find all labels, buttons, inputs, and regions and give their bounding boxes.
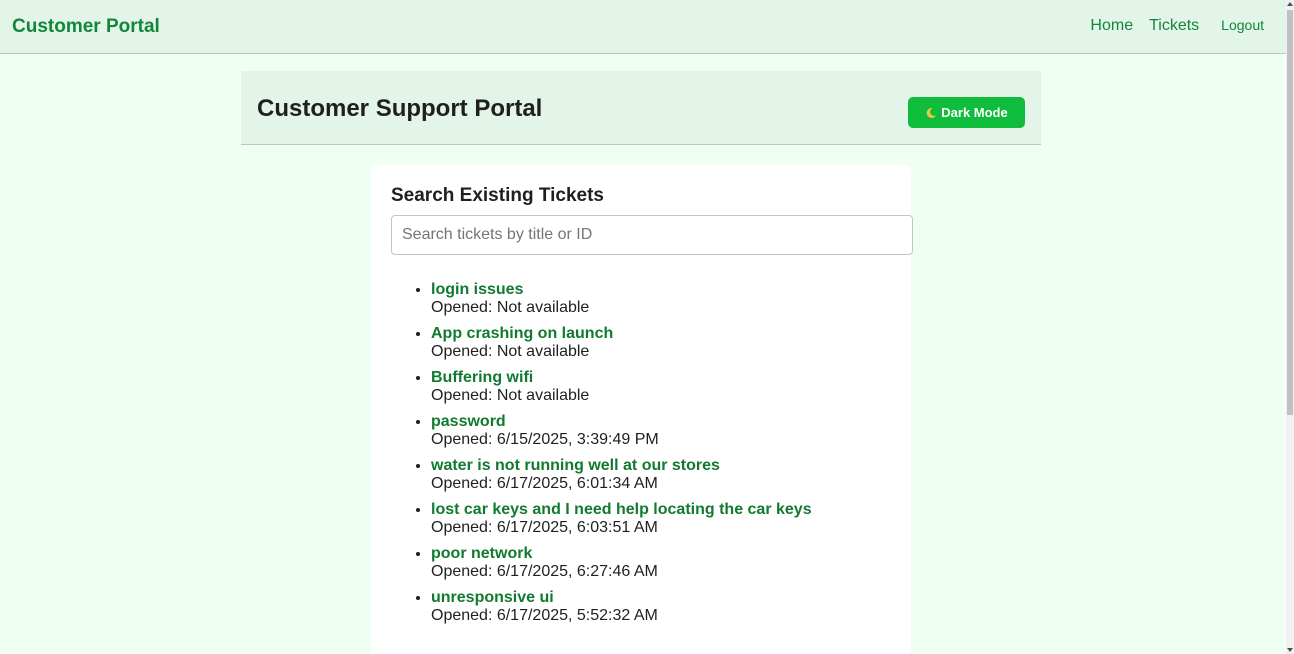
scroll-down-arrow-icon[interactable]: [1287, 648, 1293, 652]
ticket-opened-date: Opened: 6/17/2025, 6:03:51 AM: [431, 519, 658, 536]
nav-link-tickets[interactable]: Tickets: [1149, 17, 1199, 35]
ticket-item: water is not running well at our storesO…: [431, 456, 812, 500]
top-navbar: Customer Portal Home Tickets Logout: [0, 0, 1286, 54]
ticket-list: login issuesOpened: Not availableApp cra…: [391, 280, 812, 632]
ticket-item: App crashing on launchOpened: Not availa…: [431, 324, 812, 368]
ticket-opened-date: Opened: 6/17/2025, 5:52:32 AM: [431, 607, 658, 624]
ticket-title-link[interactable]: water is not running well at our stores: [431, 457, 812, 475]
brand-title[interactable]: Customer Portal: [12, 16, 160, 38]
moon-icon: [926, 107, 937, 118]
ticket-title-link[interactable]: password: [431, 413, 812, 431]
ticket-title-link[interactable]: poor network: [431, 545, 812, 563]
ticket-title-link[interactable]: login issues: [431, 281, 812, 299]
dark-mode-button[interactable]: Dark Mode: [908, 97, 1025, 128]
ticket-title-link[interactable]: Buffering wifi: [431, 369, 812, 387]
search-input[interactable]: [391, 215, 913, 255]
ticket-opened-date: Opened: 6/17/2025, 6:27:46 AM: [431, 563, 658, 580]
ticket-opened-date: Opened: 6/17/2025, 6:01:34 AM: [431, 475, 658, 492]
nav-links: Home Tickets Logout: [1074, 17, 1264, 35]
ticket-opened-date: Opened: Not available: [431, 299, 590, 316]
ticket-title-link[interactable]: lost car keys and I need help locating t…: [431, 501, 812, 519]
ticket-opened-date: Opened: Not available: [431, 343, 590, 360]
ticket-item: poor networkOpened: 6/17/2025, 6:27:46 A…: [431, 544, 812, 588]
ticket-opened-date: Opened: 6/15/2025, 3:39:49 PM: [431, 431, 659, 448]
ticket-opened-date: Opened: Not available: [431, 387, 590, 404]
nav-link-home[interactable]: Home: [1090, 17, 1133, 35]
ticket-title-link[interactable]: App crashing on launch: [431, 325, 812, 343]
ticket-item: passwordOpened: 6/15/2025, 3:39:49 PM: [431, 412, 812, 456]
page-scrollbar[interactable]: [1286, 0, 1294, 654]
ticket-item: lost car keys and I need help locating t…: [431, 500, 812, 544]
dark-mode-label: Dark Mode: [941, 105, 1008, 120]
scrollbar-thumb[interactable]: [1287, 10, 1293, 415]
ticket-item: unresponsive uiOpened: 6/17/2025, 5:52:3…: [431, 588, 812, 632]
search-section-title: Search Existing Tickets: [391, 185, 604, 206]
search-card: Search Existing Tickets login issuesOpen…: [371, 165, 913, 654]
logout-button[interactable]: Logout: [1221, 17, 1264, 33]
ticket-item: Buffering wifiOpened: Not available: [431, 368, 812, 412]
portal-header: Customer Support Portal Dark Mode: [241, 71, 1041, 145]
scroll-up-arrow-icon[interactable]: [1287, 2, 1293, 6]
page-title: Customer Support Portal: [257, 95, 543, 122]
ticket-item: login issuesOpened: Not available: [431, 280, 812, 324]
ticket-title-link[interactable]: unresponsive ui: [431, 589, 812, 607]
